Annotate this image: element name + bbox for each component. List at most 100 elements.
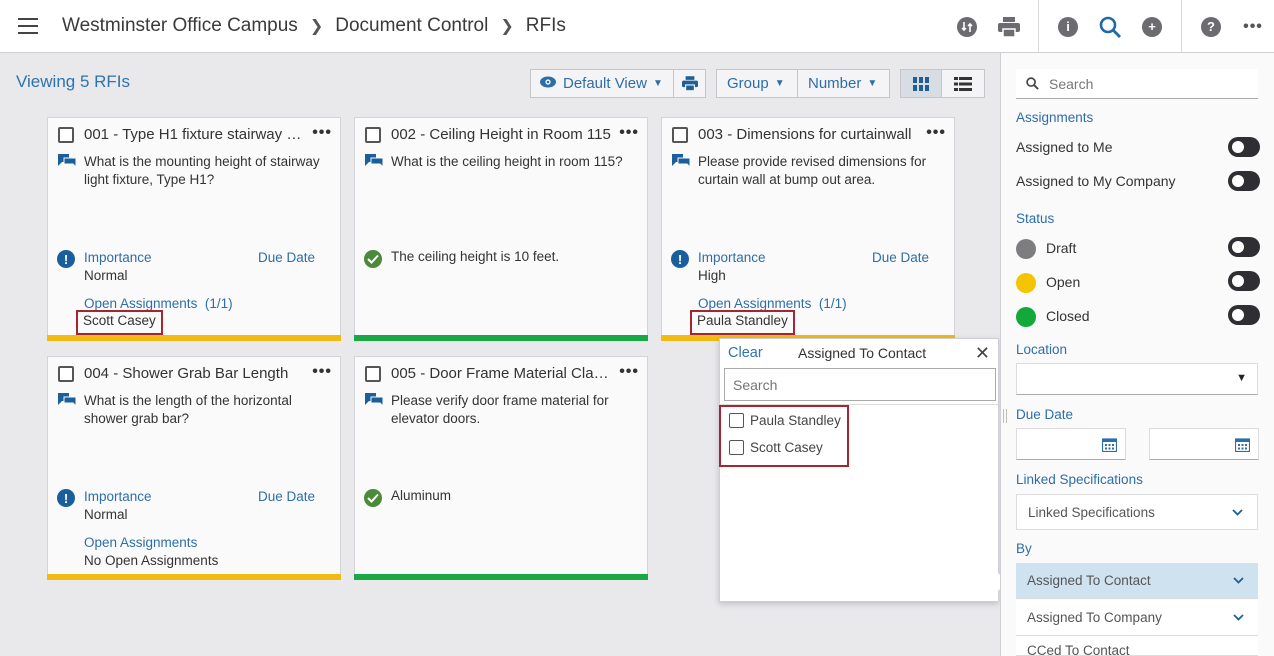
more-icon[interactable]: •••	[1232, 0, 1274, 53]
calendar-icon[interactable]	[1102, 437, 1117, 452]
status-draft-toggle[interactable]	[1228, 237, 1260, 257]
help-icon[interactable]: ?	[1190, 0, 1232, 53]
importance-icon: !	[57, 489, 75, 507]
calendar-icon[interactable]	[1235, 437, 1250, 452]
open-assignments-count: (1/1)	[818, 296, 847, 311]
chevron-down-icon	[1232, 509, 1243, 516]
toolbar-divider	[1181, 0, 1182, 53]
due-date-to-input[interactable]	[1149, 428, 1259, 460]
info-icon[interactable]: i	[1047, 0, 1089, 53]
by-header: By	[1016, 541, 1032, 556]
card-answer: Aluminum	[391, 488, 452, 503]
default-view-dropdown[interactable]: Default View ▼	[530, 69, 674, 98]
number-label: Number	[808, 75, 862, 92]
due-date-label: Due Date	[258, 489, 316, 504]
card-question: What is the length of the horizontal sho…	[84, 393, 292, 426]
card-answer: The ceiling height is 10 feet.	[391, 249, 560, 264]
grid-view-button[interactable]	[900, 69, 942, 98]
card-title[interactable]: 005 - Door Frame Material Clarification	[391, 365, 613, 382]
answered-check-icon	[364, 489, 382, 507]
by-option-label: CCed To Contact	[1027, 643, 1130, 656]
rfi-card-005[interactable]: 005 - Door Frame Material Clarification …	[354, 356, 648, 580]
status-draft-row: Draft	[1016, 237, 1260, 259]
card-checkbox[interactable]	[58, 127, 74, 143]
importance-value: High	[698, 268, 726, 283]
resize-handle[interactable]	[1003, 409, 1007, 423]
importance-label: Importance	[84, 489, 152, 504]
due-date-label: Due Date	[258, 250, 316, 265]
card-title[interactable]: 004 - Shower Grab Bar Length	[84, 365, 306, 382]
status-open-toggle[interactable]	[1228, 271, 1260, 291]
card-question: What is the ceiling height in room 115?	[391, 154, 623, 169]
breadcrumb-project[interactable]: Westminster Office Campus	[62, 15, 298, 37]
linked-specs-header: Linked Specifications	[1016, 472, 1143, 487]
chevron-down-icon: ▼	[774, 78, 785, 89]
card-checkbox[interactable]	[365, 127, 381, 143]
more-options-icon[interactable]: •••	[926, 124, 946, 142]
card-title[interactable]: 002 - Ceiling Height in Room 115	[391, 126, 613, 143]
add-icon[interactable]: +	[1131, 0, 1173, 53]
assigned-to-me-label: Assigned to Me	[1016, 139, 1113, 155]
rfi-card-004[interactable]: 004 - Shower Grab Bar Length ••• What is…	[47, 356, 341, 580]
assigned-to-me-toggle[interactable]	[1228, 137, 1260, 157]
by-cced-to-contact[interactable]: CCed To Contact	[1016, 637, 1258, 656]
breadcrumb-rfis: RFIs	[525, 15, 566, 36]
card-checkbox[interactable]	[365, 366, 381, 382]
card-checkbox[interactable]	[672, 127, 688, 143]
default-view-label: Default View	[563, 75, 647, 92]
popup-divider	[720, 404, 998, 405]
card-question: Please provide revised dimensions for cu…	[698, 154, 927, 187]
viewing-count: Viewing 5 RFIs	[16, 72, 131, 91]
chevron-down-icon: ▼	[1236, 372, 1247, 384]
menu-icon[interactable]	[0, 0, 56, 53]
chevron-down-icon	[1233, 614, 1244, 621]
linked-specs-dropdown[interactable]: Linked Specifications	[1016, 494, 1258, 530]
breadcrumb-chevron-icon: ❯	[309, 18, 324, 35]
contact-option[interactable]: Paula Standley	[729, 413, 841, 428]
breadcrumb-document-control[interactable]: Document Control	[335, 15, 488, 37]
clear-button[interactable]: Clear	[728, 345, 763, 361]
chevron-down-icon	[1233, 577, 1244, 584]
search-icon[interactable]	[1089, 0, 1131, 53]
due-date-from-input[interactable]	[1016, 428, 1126, 460]
question-icon	[672, 154, 690, 168]
rfi-card-002[interactable]: 002 - Ceiling Height in Room 115 ••• Wha…	[354, 117, 648, 341]
status-bar	[354, 574, 648, 580]
print-view-button[interactable]	[673, 69, 706, 98]
sync-icon[interactable]	[946, 0, 988, 53]
option-checkbox[interactable]	[729, 413, 744, 428]
importance-value: Normal	[84, 268, 128, 283]
group-dropdown[interactable]: Group ▼	[716, 69, 798, 98]
more-options-icon[interactable]: •••	[312, 124, 332, 142]
card-question: What is the mounting height of stairway …	[84, 154, 320, 187]
location-dropdown[interactable]: ▼	[1016, 363, 1258, 395]
more-options-icon[interactable]: •••	[312, 363, 332, 381]
sidebar-search-input[interactable]: Search	[1016, 69, 1258, 99]
status-open-row: Open	[1016, 271, 1260, 293]
status-closed-dot	[1016, 307, 1036, 327]
card-title[interactable]: 003 - Dimensions for curtainwall	[698, 126, 920, 143]
card-checkbox[interactable]	[58, 366, 74, 382]
assignee-name: No Open Assignments	[84, 553, 219, 568]
assigned-to-company-toggle[interactable]	[1228, 171, 1260, 191]
popup-search-input[interactable]	[724, 368, 996, 401]
by-assigned-to-contact[interactable]: Assigned To Contact	[1016, 563, 1258, 599]
due-date-label: Due Date	[872, 250, 930, 265]
print-icon[interactable]	[988, 0, 1030, 53]
status-closed-toggle[interactable]	[1228, 305, 1260, 325]
assigned-to-contact-popup: Clear Assigned To Contact ✕ Paula Standl…	[719, 338, 1007, 602]
contact-option[interactable]: Scott Casey	[729, 440, 823, 455]
list-view-button[interactable]	[941, 69, 985, 98]
rfi-card-003[interactable]: 003 - Dimensions for curtainwall ••• Ple…	[661, 117, 955, 341]
linked-specs-value: Linked Specifications	[1028, 504, 1155, 520]
more-options-icon[interactable]: •••	[619, 363, 639, 381]
close-icon[interactable]: ✕	[975, 343, 990, 364]
number-sort-dropdown[interactable]: Number ▼	[797, 69, 890, 98]
option-checkbox[interactable]	[729, 440, 744, 455]
assigned-to-me-row: Assigned to Me	[1016, 137, 1260, 157]
card-title[interactable]: 001 - Type H1 fixture stairway mounting …	[84, 126, 306, 143]
more-options-icon[interactable]: •••	[619, 124, 639, 142]
toolbar-divider	[1038, 0, 1039, 53]
rfi-card-001[interactable]: 001 - Type H1 fixture stairway mounting …	[47, 117, 341, 341]
by-assigned-to-company[interactable]: Assigned To Company	[1016, 600, 1258, 636]
